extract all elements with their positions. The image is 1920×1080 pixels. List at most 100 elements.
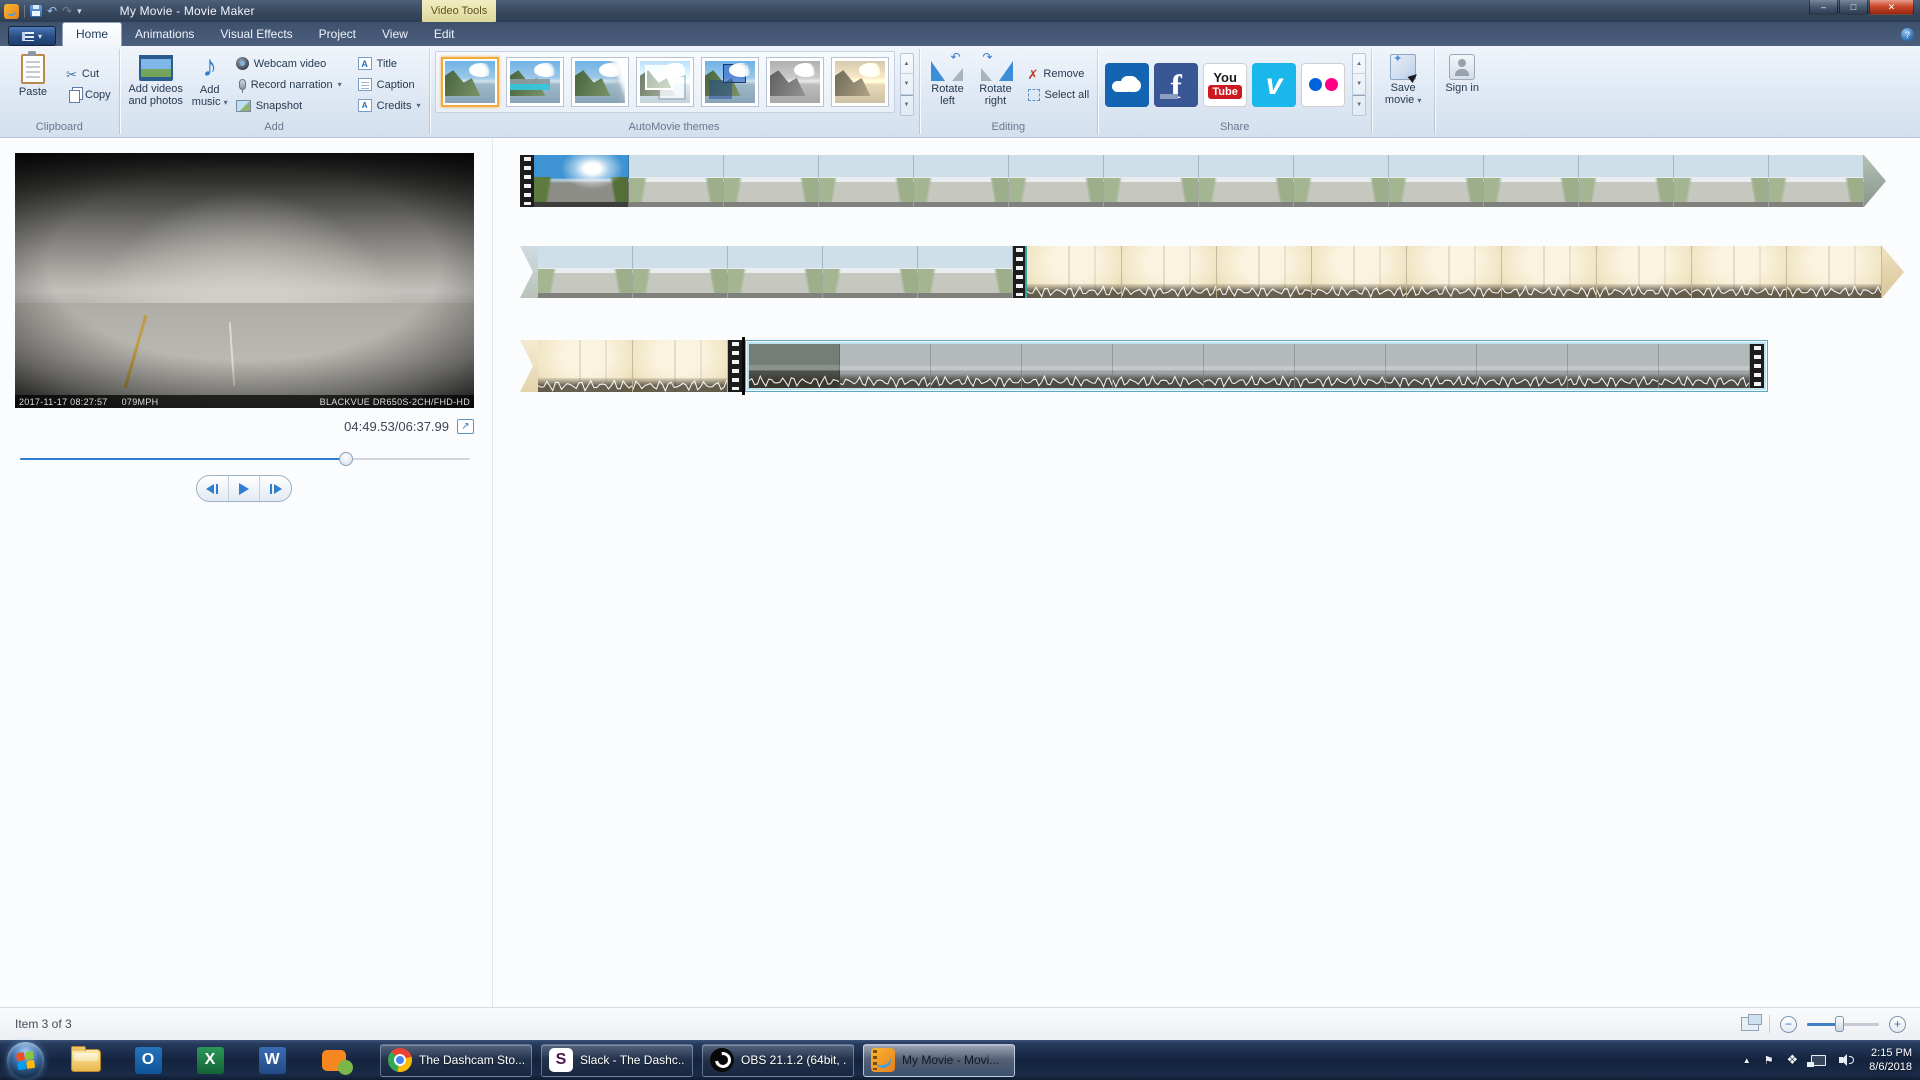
- zoom-in-button[interactable]: +: [1889, 1016, 1906, 1033]
- timeline-thumbnail[interactable]: [1217, 246, 1312, 298]
- timeline-thumbnail[interactable]: [1579, 155, 1674, 207]
- gallery-more-icon[interactable]: ▼: [1353, 95, 1365, 115]
- onedrive-icon[interactable]: [1105, 63, 1149, 107]
- tab-animations[interactable]: Animations: [122, 23, 207, 46]
- file-menu-button[interactable]: ▾: [8, 26, 56, 46]
- vimeo-icon[interactable]: v: [1252, 63, 1296, 107]
- timeline-row-1[interactable]: [520, 155, 1886, 207]
- timeline-thumbnail[interactable]: [1787, 246, 1882, 298]
- credits-button[interactable]: A Credits ▾: [355, 96, 424, 115]
- timeline-thumbnail[interactable]: [1295, 344, 1386, 388]
- timeline-thumbnail[interactable]: [1113, 344, 1204, 388]
- timeline-thumbnail[interactable]: [728, 246, 823, 298]
- copy-button[interactable]: Copy: [63, 86, 114, 105]
- timeline-thumbnail[interactable]: [749, 344, 840, 388]
- zoom-thumb[interactable]: [1835, 1016, 1844, 1032]
- preview-monitor[interactable]: 2017-11-17 08:27:57 079MPH BLACKVUE DR65…: [15, 153, 474, 408]
- timeline-thumbnail[interactable]: [1597, 246, 1692, 298]
- thumbnail-size-icon[interactable]: [1741, 1017, 1759, 1031]
- automovie-theme-pan-zoom[interactable]: [701, 57, 759, 107]
- play-button[interactable]: [229, 476, 261, 501]
- excel-icon[interactable]: X: [194, 1044, 226, 1076]
- tab-edit[interactable]: Edit: [421, 23, 468, 46]
- volume-icon[interactable]: [1839, 1054, 1853, 1066]
- gallery-scrollbar[interactable]: ▲ ▼ ▼: [900, 53, 914, 116]
- timeline-thumbnail[interactable]: [1204, 344, 1295, 388]
- timeline-thumbnail[interactable]: [1769, 155, 1864, 207]
- timeline-thumbnail[interactable]: [724, 155, 819, 207]
- scroll-down-icon[interactable]: ▼: [901, 74, 913, 94]
- taskbar-button-chrome[interactable]: The Dashcam Sto...: [380, 1044, 532, 1077]
- automovie-theme-default[interactable]: [441, 57, 499, 107]
- remove-button[interactable]: ✗ Remove: [1025, 65, 1093, 84]
- automovie-theme-fade[interactable]: [636, 57, 694, 107]
- word-icon[interactable]: W: [256, 1044, 288, 1076]
- start-button[interactable]: [7, 1042, 44, 1079]
- timeline-thumbnail[interactable]: [1027, 246, 1122, 298]
- taskbar-button-slack[interactable]: SSlack - The Dashc...: [541, 1044, 693, 1077]
- rotate-right-button[interactable]: ↷ Rotate right: [973, 49, 1019, 120]
- timeline-row-3[interactable]: [520, 340, 1768, 392]
- help-icon[interactable]: ?: [1901, 28, 1914, 41]
- timeline-thumbnail[interactable]: [534, 155, 629, 207]
- timeline-thumbnail[interactable]: [918, 246, 1013, 298]
- contextual-tab-video-tools[interactable]: Video Tools: [422, 0, 496, 22]
- timeline-thumbnail[interactable]: [1386, 344, 1477, 388]
- rotate-left-button[interactable]: ↶ Rotate left: [925, 49, 971, 120]
- previous-frame-button[interactable]: [197, 476, 229, 501]
- close-button[interactable]: ✕: [1869, 0, 1914, 15]
- webcam-video-button[interactable]: Webcam video: [233, 54, 345, 73]
- share-scrollbar[interactable]: ▲ ▼ ▼: [1352, 53, 1366, 116]
- cut-button[interactable]: ✂ Cut: [63, 65, 114, 84]
- facebook-icon[interactable]: f: [1154, 63, 1198, 107]
- save-icon[interactable]: [30, 5, 42, 17]
- seek-bar[interactable]: [20, 452, 470, 466]
- zoom-out-button[interactable]: −: [1780, 1016, 1797, 1033]
- timeline-thumbnail[interactable]: [1009, 155, 1104, 207]
- tab-visual-effects[interactable]: Visual Effects: [207, 23, 305, 46]
- timeline-thumbnail[interactable]: [1407, 246, 1502, 298]
- taskbar-button-obs[interactable]: OBS 21.1.2 (64bit, ...: [702, 1044, 854, 1077]
- add-music-button[interactable]: ♪ Add music ▾: [189, 49, 231, 120]
- record-narration-button[interactable]: Record narration ▾: [233, 75, 345, 94]
- paste-button[interactable]: Paste: [5, 49, 61, 120]
- app-icon-misc[interactable]: [318, 1044, 350, 1076]
- tab-view[interactable]: View: [369, 23, 421, 46]
- show-hidden-icons[interactable]: ▲: [1743, 1056, 1751, 1065]
- scroll-down-icon[interactable]: ▼: [1353, 74, 1365, 94]
- automovie-theme-cinematic[interactable]: [571, 57, 629, 107]
- add-videos-button[interactable]: Add videos and photos: [125, 49, 187, 120]
- youtube-icon[interactable]: You Tube: [1203, 63, 1247, 107]
- preview-fullscreen-button[interactable]: ↗: [457, 419, 474, 434]
- automovie-theme-sepia[interactable]: [831, 57, 889, 107]
- timeline-thumbnail[interactable]: [633, 246, 728, 298]
- timeline-thumbnail[interactable]: [1659, 344, 1750, 388]
- timeline-thumbnail[interactable]: [1122, 246, 1217, 298]
- timeline-zoom-slider[interactable]: [1807, 1016, 1879, 1032]
- timeline-thumbnail[interactable]: [1477, 344, 1568, 388]
- timeline-thumbnail[interactable]: [1484, 155, 1579, 207]
- maximize-button[interactable]: □: [1839, 0, 1868, 15]
- save-movie-button[interactable]: Save movie ▾: [1377, 49, 1429, 120]
- gallery-more-icon[interactable]: ▼: [901, 95, 913, 115]
- timeline-thumbnail[interactable]: [1389, 155, 1484, 207]
- select-all-button[interactable]: Select all: [1025, 86, 1093, 105]
- network-icon[interactable]: [1811, 1055, 1826, 1066]
- dropbox-icon[interactable]: ❖: [1787, 1052, 1799, 1068]
- timeline-thumbnail[interactable]: [819, 155, 914, 207]
- tab-home[interactable]: Home: [62, 22, 122, 46]
- automovie-theme-black-white[interactable]: [766, 57, 824, 107]
- scroll-up-icon[interactable]: ▲: [901, 54, 913, 74]
- flickr-icon[interactable]: [1301, 63, 1345, 107]
- timeline-thumbnail[interactable]: [1199, 155, 1294, 207]
- timeline-thumbnail[interactable]: [1568, 344, 1659, 388]
- caption-button[interactable]: Caption: [355, 75, 424, 94]
- timeline-row-2[interactable]: [520, 246, 1904, 298]
- seek-thumb[interactable]: [339, 452, 353, 466]
- timeline-thumbnail[interactable]: [1674, 155, 1769, 207]
- timeline-thumbnail[interactable]: [914, 155, 1009, 207]
- timeline-thumbnail[interactable]: [538, 246, 633, 298]
- automovie-theme-contemporary[interactable]: [506, 57, 564, 107]
- timeline-thumbnail[interactable]: [538, 340, 633, 392]
- undo-icon[interactable]: ↶: [47, 5, 57, 17]
